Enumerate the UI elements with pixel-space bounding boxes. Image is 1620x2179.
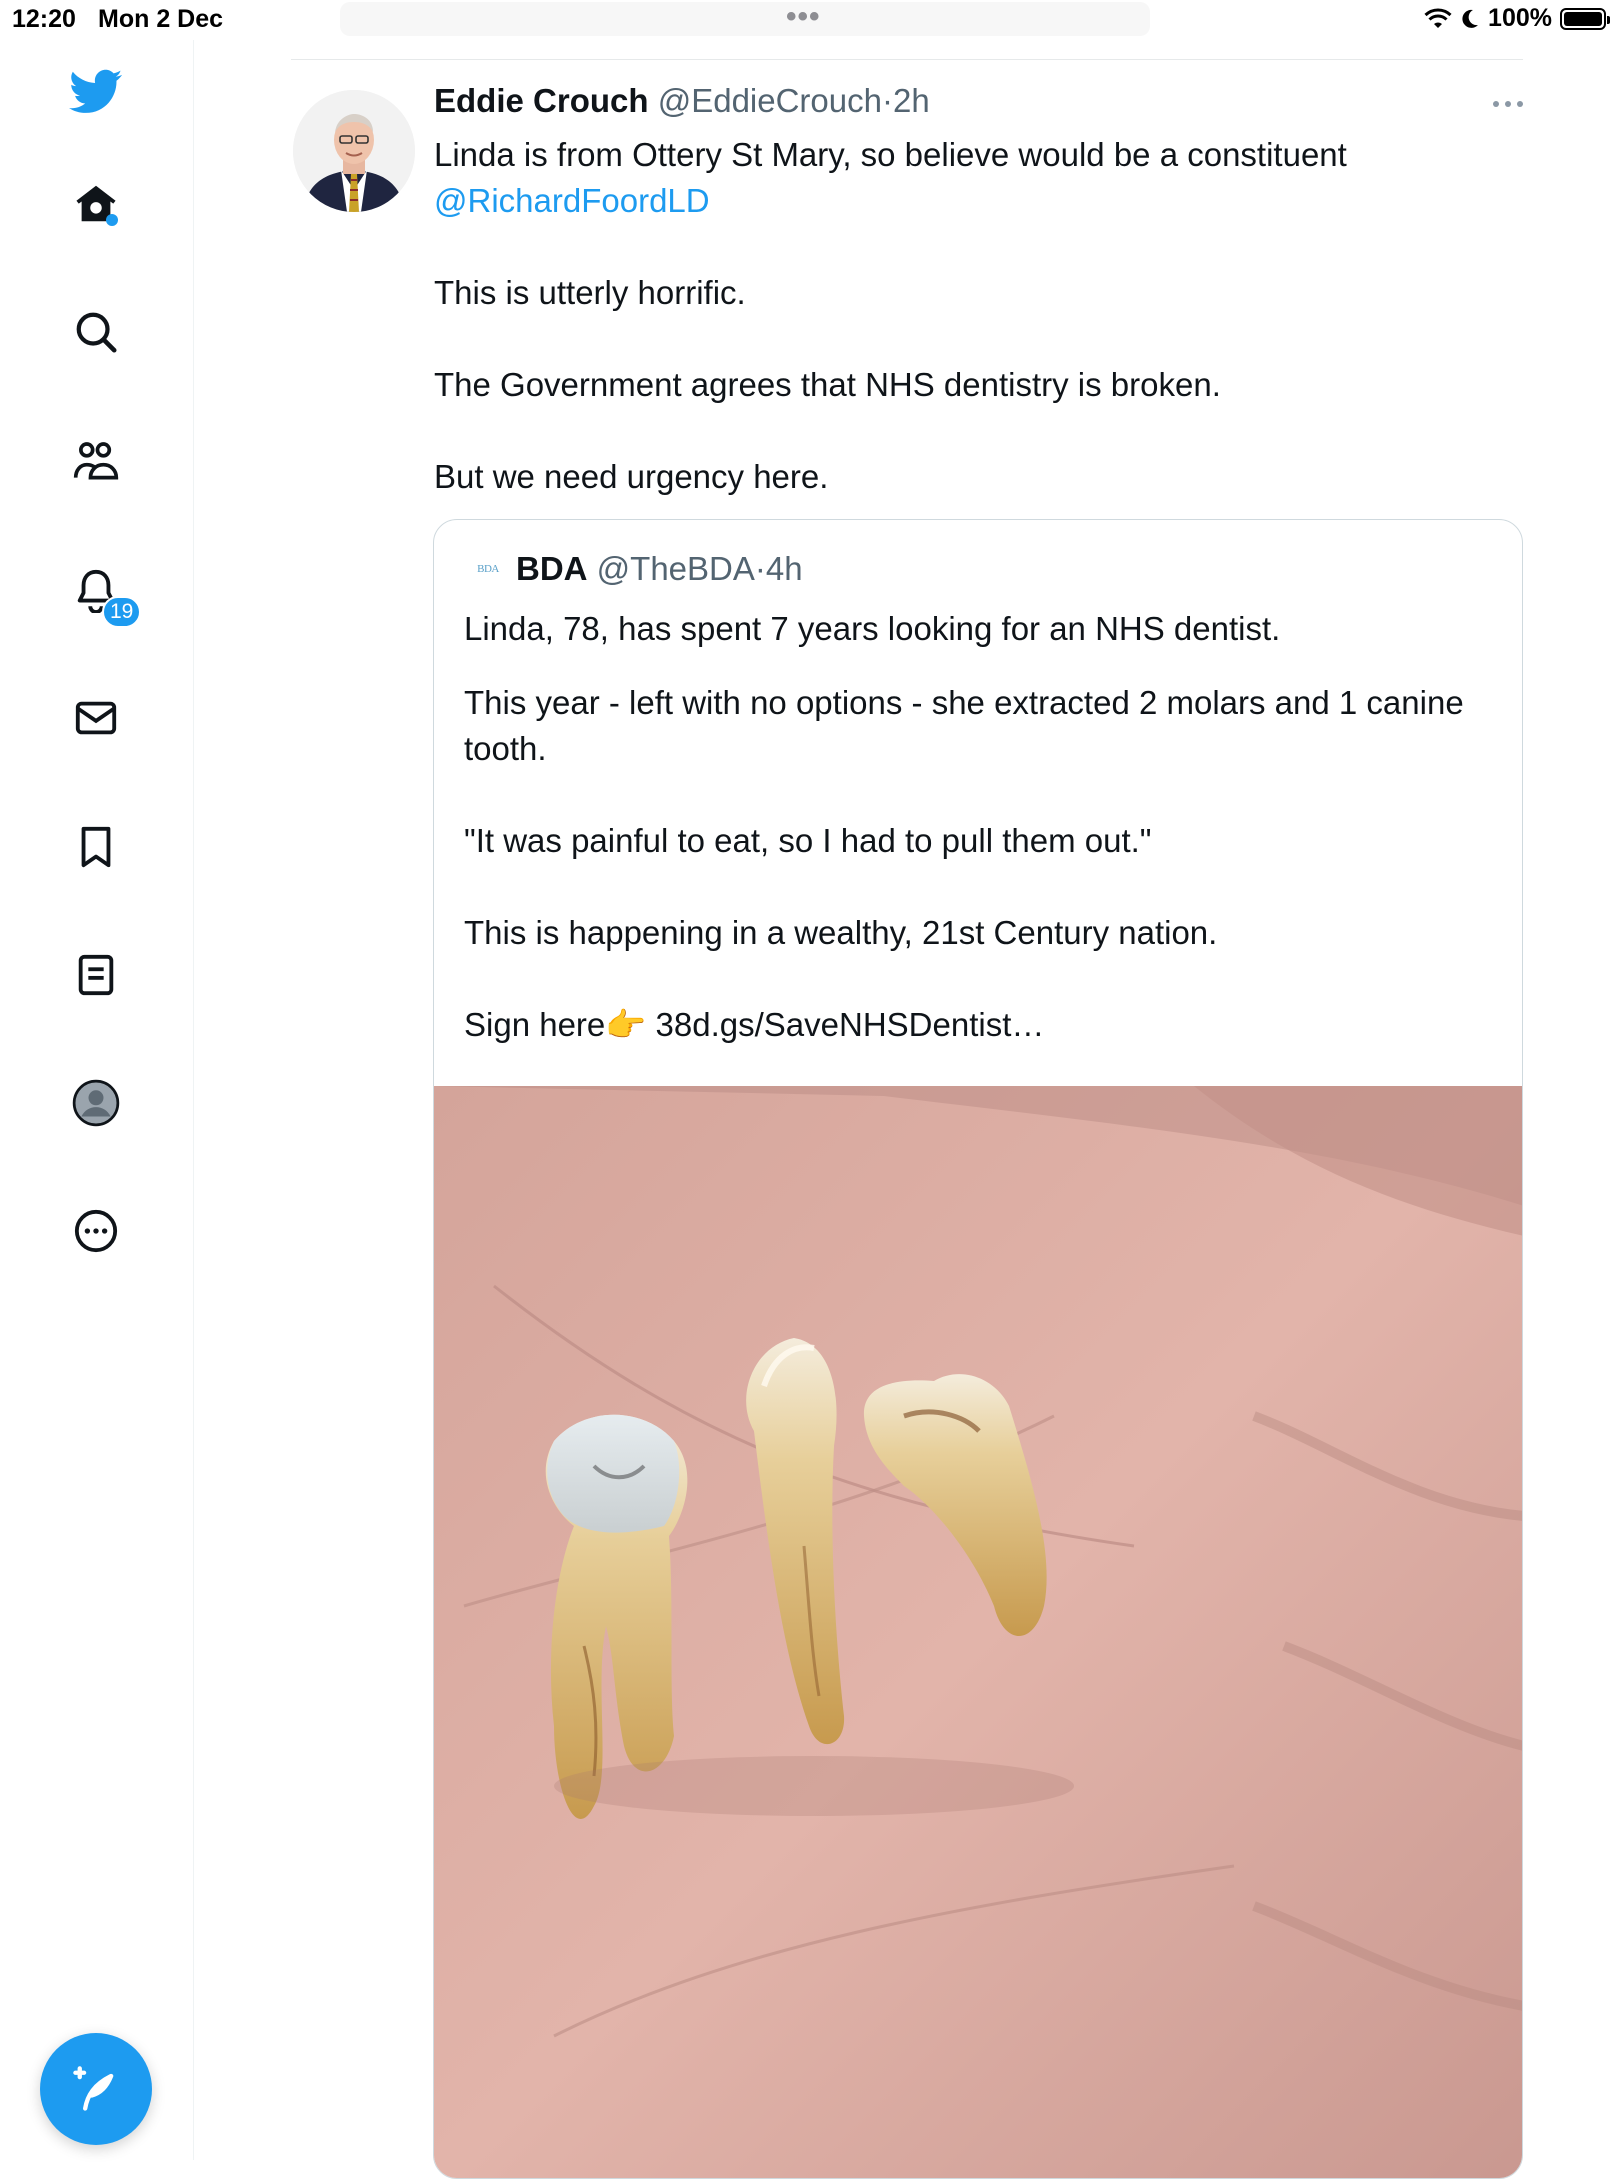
twitter-logo-icon[interactable] <box>64 60 128 124</box>
home-unread-dot <box>106 214 118 226</box>
tweet-time[interactable]: 2h <box>893 82 930 119</box>
multitasking-dots-icon[interactable]: ••• <box>786 0 821 34</box>
tweet-header: Eddie Crouch @EddieCrouch·2h <box>434 82 930 120</box>
quoted-paragraph: Sign here👉 <box>464 1006 656 1043</box>
author-handle[interactable]: @EddieCrouch <box>658 82 882 119</box>
lists-icon[interactable] <box>64 943 128 1007</box>
quoted-tweet-card[interactable]: BDA BDA @TheBDA·4h Linda, 78, has spent … <box>433 519 1523 2179</box>
wifi-icon <box>1424 7 1452 28</box>
quoted-author-handle[interactable]: @TheBDA <box>597 550 755 587</box>
quoted-paragraph: This is happening in a wealthy, 21st Cen… <box>464 914 1218 951</box>
tweet-more-options-icon[interactable] <box>1488 92 1528 116</box>
status-date: Mon 2 Dec <box>98 5 224 33</box>
battery-percent: 100% <box>1488 4 1552 32</box>
quoted-paragraph: "It was painful to eat, so I had to pull… <box>464 822 1152 859</box>
petition-link[interactable]: 38d.gs/SaveNHSDentist… <box>656 1006 1045 1043</box>
author-name[interactable]: Eddie Crouch <box>434 82 649 119</box>
quoted-author-name[interactable]: BDA <box>516 550 588 587</box>
tweet-paragraph: But we need urgency here. <box>434 458 829 495</box>
tweet-paragraph: This is utterly horrific. <box>434 274 746 311</box>
tweet-text-line: Linda is from Ottery St Mary, so believe… <box>434 136 1347 173</box>
battery-icon <box>1560 7 1610 30</box>
quoted-paragraph: This year - left with no options - she e… <box>464 684 1464 767</box>
quoted-header-separator: · <box>754 550 766 587</box>
tweet-body: Linda is from Ottery St Mary, so believe… <box>434 132 1514 500</box>
do-not-disturb-moon-icon <box>1462 9 1479 28</box>
profile-icon[interactable] <box>64 1071 128 1135</box>
compose-feather-icon <box>73 2066 114 2111</box>
compose-tweet-button[interactable] <box>40 2033 152 2145</box>
quoted-tweet-header: BDA BDA @TheBDA·4h <box>472 550 803 588</box>
messages-icon[interactable] <box>64 686 128 750</box>
quoted-paragraph: Linda, 78, has spent 7 years looking for… <box>464 610 1281 647</box>
status-indicators: 100% <box>1424 4 1610 33</box>
sidebar: 19 <box>0 40 194 2160</box>
author-avatar[interactable] <box>293 90 415 212</box>
tweet-paragraph: The Government agrees that NHS dentistry… <box>434 366 1221 403</box>
notifications-badge: 19 <box>102 596 142 628</box>
status-bar: 12:20 Mon 2 Dec ••• 100% <box>0 0 1620 40</box>
bookmarks-icon[interactable] <box>64 815 128 879</box>
mention-link[interactable]: @RichardFoordLD <box>434 182 710 219</box>
header-separator: · <box>881 82 893 119</box>
explore-icon[interactable] <box>64 300 128 364</box>
more-icon[interactable] <box>64 1199 128 1263</box>
quoted-tweet-time[interactable]: 4h <box>766 550 803 587</box>
quoted-author-avatar[interactable]: BDA <box>472 553 504 585</box>
communities-icon[interactable] <box>64 429 128 493</box>
home-icon[interactable] <box>64 172 128 236</box>
status-time: 12:20 <box>12 5 76 33</box>
multitasking-bar[interactable] <box>340 2 1150 36</box>
timeline-divider <box>291 59 1523 60</box>
quoted-tweet-body: Linda, 78, has spent 7 years looking for… <box>464 606 1474 1048</box>
quoted-tweet-image[interactable] <box>434 1086 1522 2178</box>
teeth-in-palm-photo <box>434 1086 1522 2178</box>
